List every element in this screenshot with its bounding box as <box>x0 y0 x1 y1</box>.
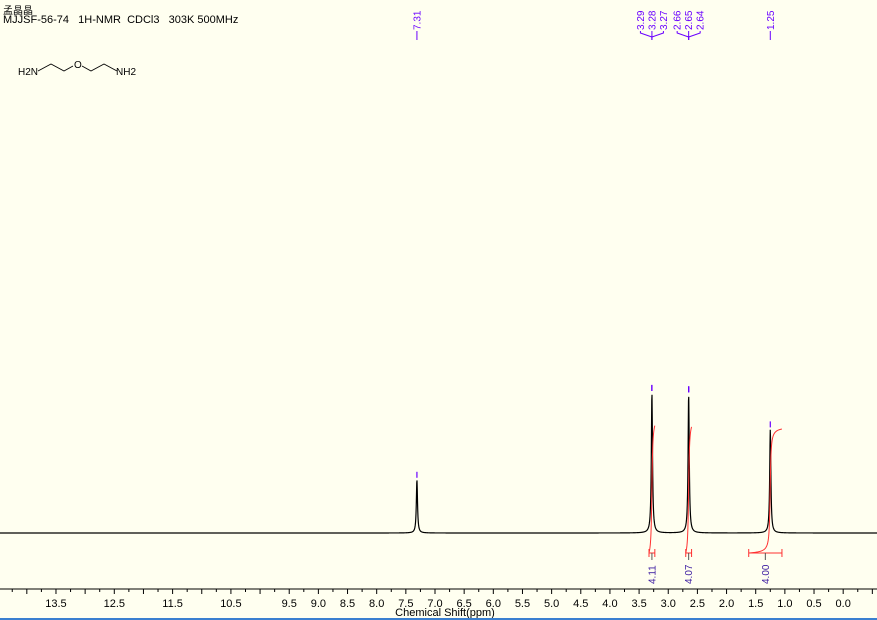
x-tick-label: 10.5 <box>220 598 241 610</box>
x-tick-label: 8.5 <box>340 598 355 610</box>
peak-label: 1.25 <box>766 10 777 30</box>
peak-label-connector <box>676 31 690 40</box>
peak-label: 3.29 <box>636 10 647 30</box>
x-tick-label: 5.0 <box>544 598 559 610</box>
peak-label: 3.27 <box>659 10 670 30</box>
peak-label: 2.66 <box>673 10 684 30</box>
peak-label-connector <box>639 31 653 40</box>
x-tick-label: 11.5 <box>162 598 183 610</box>
x-tick-label: 12.5 <box>104 598 125 610</box>
peak-label: 3.28 <box>647 10 658 30</box>
peak-label-connector <box>688 31 701 40</box>
integral-value: 4.11 <box>647 565 658 584</box>
peak-label: 7.31 <box>412 10 423 30</box>
x-tick-label: 0.5 <box>806 598 821 610</box>
spectrum-line <box>0 394 877 534</box>
x-tick-label: 4.5 <box>573 598 588 610</box>
x-tick-label: 1.0 <box>777 598 792 610</box>
peak-label: 2.64 <box>696 10 707 30</box>
x-tick-label: 4.0 <box>602 598 617 610</box>
x-tick-label: 1.5 <box>748 598 763 610</box>
integral-value: 4.07 <box>684 564 695 584</box>
nmr-spectrum-plot: 7.31 3.29 3.28 3.27 2.66 2.65 2.64 1.25 4.11 4.0… <box>0 10 877 619</box>
integral-curve <box>748 428 783 554</box>
x-tick-label: 9.5 <box>282 598 297 610</box>
x-tick-label: 5.5 <box>515 598 530 610</box>
x-tick-label: 3.0 <box>661 598 676 610</box>
x-tick-label: 13.5 <box>45 598 66 610</box>
x-tick-label: 8.0 <box>369 598 384 610</box>
peak-label-connector <box>651 31 664 40</box>
x-tick-label: 2.5 <box>690 598 705 610</box>
peak-label: 2.65 <box>684 10 695 30</box>
x-tick-label: 9.0 <box>311 598 326 610</box>
integral-value: 4.00 <box>761 564 772 584</box>
x-tick-label: 0.0 <box>836 598 851 610</box>
x-tick-label: 3.5 <box>631 598 646 610</box>
x-tick-label: 2.0 <box>719 598 734 610</box>
